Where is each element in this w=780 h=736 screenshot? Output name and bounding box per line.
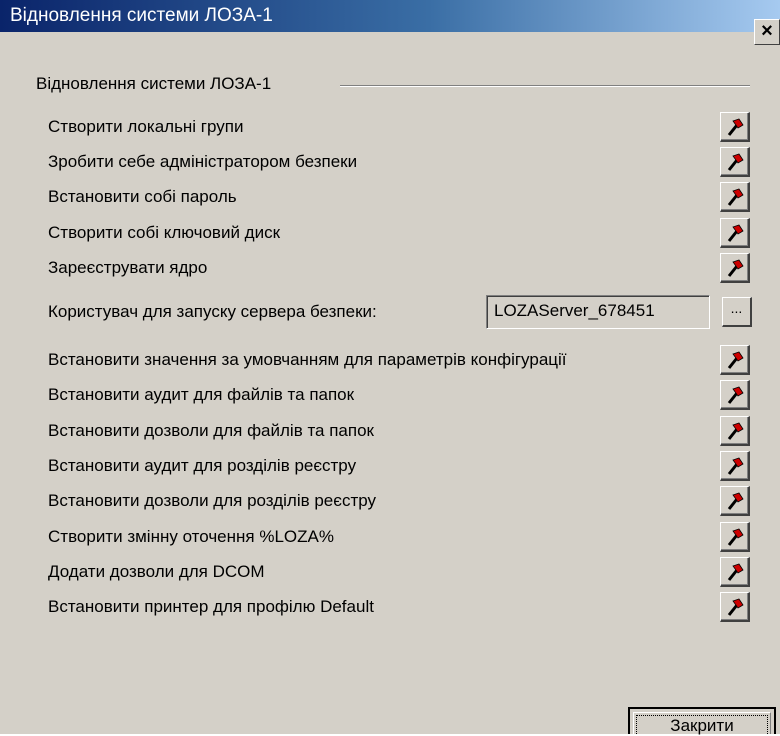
group-caption: Відновлення системи ЛОЗА-1 [36, 74, 272, 93]
hammer-icon [727, 118, 744, 136]
action-button-create-groups[interactable] [720, 112, 750, 142]
browse-user-button[interactable]: ... [722, 297, 752, 327]
action-label: Встановити аудит для файлів та папок [48, 385, 355, 404]
close-button-label: Закрити [670, 716, 734, 735]
title-bar[interactable]: Відновлення системи ЛОЗА-1 [0, 0, 780, 32]
action-button-audit-registry[interactable] [720, 451, 750, 481]
hammer-icon [727, 259, 744, 277]
action-label: Зробити себе адміністратором безпеки [48, 152, 358, 171]
action-button-key-disk[interactable] [720, 218, 750, 248]
action-label: Створити собі ключовий диск [48, 223, 281, 242]
action-button-perm-registry[interactable] [720, 486, 750, 516]
hammer-icon [727, 224, 744, 242]
action-button-default-config[interactable] [720, 345, 750, 375]
group-divider [340, 85, 750, 87]
hammer-icon [727, 457, 744, 475]
action-button-env-variable[interactable] [720, 522, 750, 552]
action-button-register-kernel[interactable] [720, 253, 750, 283]
action-label: Встановити принтер для профілю Default [48, 597, 374, 616]
close-window-button[interactable]: × [754, 19, 780, 45]
action-button-perm-files[interactable] [720, 416, 750, 446]
action-button-audit-files[interactable] [720, 380, 750, 410]
action-label: Встановити дозволи для файлів та папок [48, 421, 374, 440]
close-icon: × [761, 20, 773, 42]
server-user-label: Користувач для запуску сервера безпеки: [48, 302, 377, 321]
action-label: Зареєструвати ядро [48, 258, 208, 277]
action-label: Встановити собі пароль [48, 187, 237, 206]
action-button-make-admin[interactable] [720, 147, 750, 177]
hammer-icon [727, 188, 744, 206]
close-button[interactable]: Закрити [628, 707, 776, 735]
hammer-icon [727, 351, 744, 369]
hammer-icon [727, 422, 744, 440]
hammer-icon [727, 153, 744, 171]
hammer-icon [727, 563, 744, 581]
action-button-dcom[interactable] [720, 557, 750, 587]
action-button-set-password[interactable] [720, 182, 750, 212]
action-label: Створити локальні групи [48, 117, 244, 136]
action-label: Створити змінну оточення %LOZA% [48, 527, 334, 546]
hammer-icon [727, 492, 744, 510]
action-label: Додати дозволи для DCOM [48, 562, 265, 581]
hammer-icon [727, 528, 744, 546]
server-user-field[interactable]: LOZAServer_678451 [486, 295, 710, 329]
hammer-icon [727, 386, 744, 404]
window-title: Відновлення системи ЛОЗА-1 [10, 5, 273, 26]
action-label: Встановити аудит для розділів реєстру [48, 456, 357, 475]
hammer-icon [727, 598, 744, 616]
action-label: Встановити значення за умовчанням для па… [48, 350, 567, 369]
action-label: Встановити дозволи для розділів реєстру [48, 491, 376, 510]
dialog-window: Відновлення системи ЛОЗА-1 × Відновлення… [0, 0, 780, 735]
action-button-printer[interactable] [720, 592, 750, 622]
